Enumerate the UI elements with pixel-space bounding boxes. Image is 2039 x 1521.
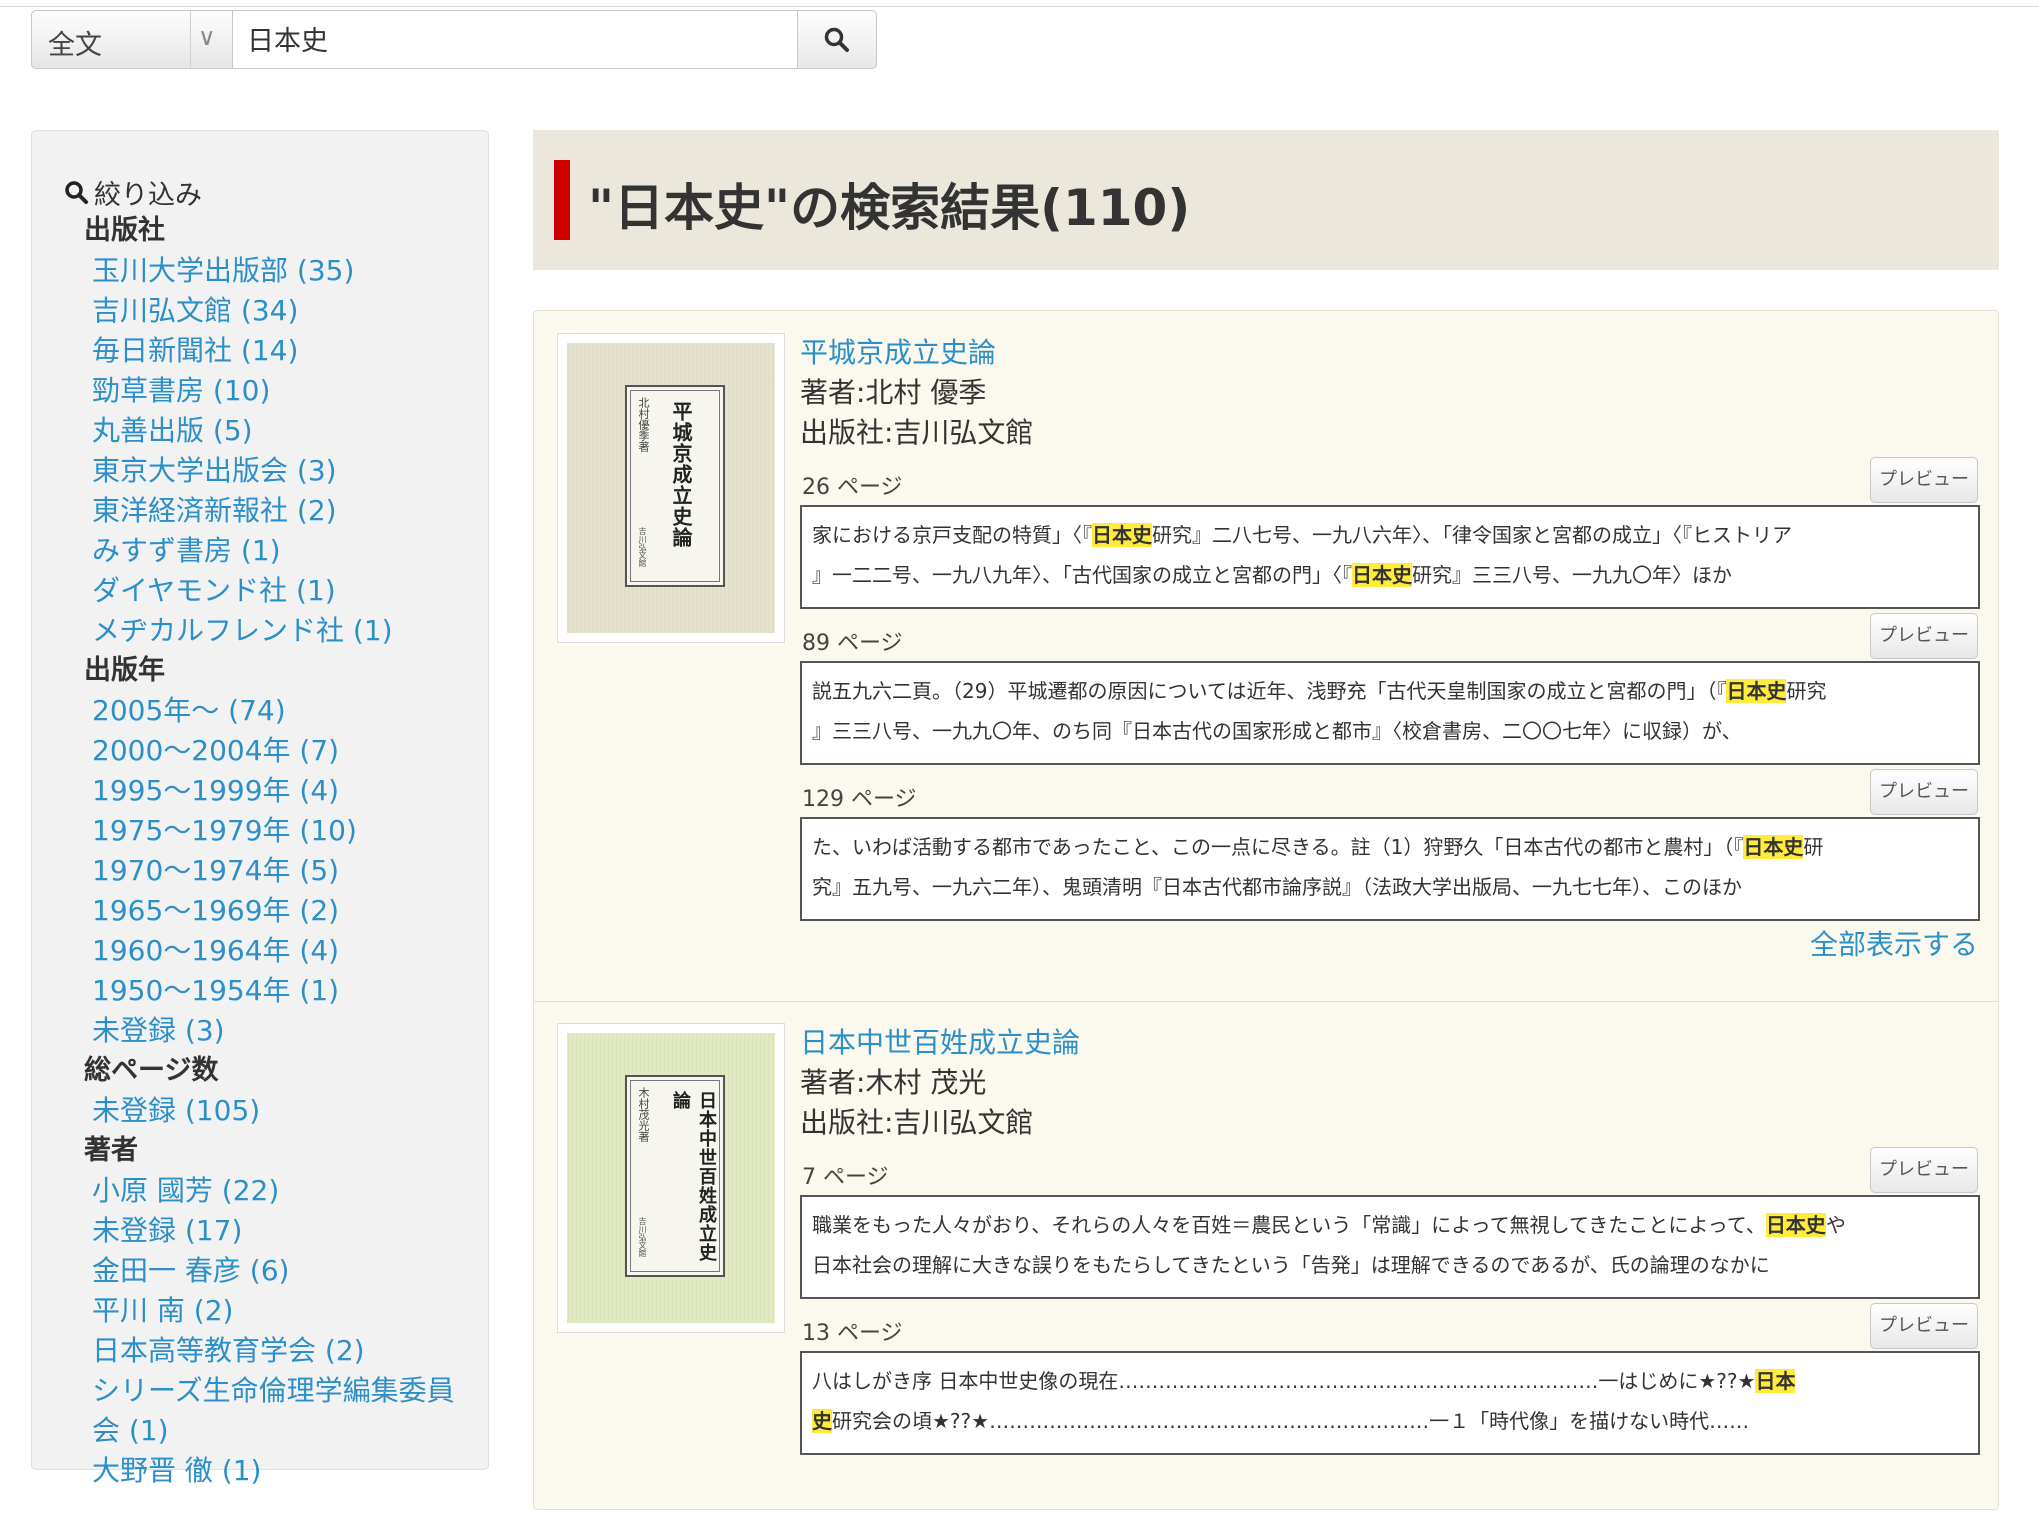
filter-item[interactable]: メヂカルフレンド社 (1) — [32, 611, 490, 651]
search-icon — [824, 27, 849, 52]
filter-title: 絞り込み — [64, 173, 202, 212]
preview-button[interactable]: プレビュー — [1870, 1147, 1978, 1193]
filter-item[interactable]: 1965〜1969年 (2) — [32, 891, 490, 931]
highlight-term: 日本史 — [1765, 1213, 1826, 1237]
hit-page-number: 7 ページ — [802, 1165, 889, 1190]
search-input[interactable] — [233, 11, 787, 66]
hit-snippet: 家における京戸支配の特質」〈『日本史研究』二八七号、一九八六年〉、「律令国家と宮… — [800, 505, 1980, 609]
filter-item[interactable]: 未登録 (105) — [32, 1091, 490, 1131]
filter-item[interactable]: 1960〜1964年 (4) — [32, 931, 490, 971]
filter-item[interactable]: 金田一 春彦 (6) — [32, 1251, 490, 1291]
filter-item[interactable]: 吉川弘文館 (34) — [32, 291, 490, 331]
filter-heading-year: 出版年 — [84, 655, 165, 686]
filter-item[interactable]: みすず書房 (1) — [32, 531, 490, 571]
filter-item[interactable]: 平川 南 (2) — [32, 1291, 490, 1331]
filter-item[interactable]: 1975〜1979年 (10) — [32, 811, 490, 851]
book-author: 著者:北村 優季 — [800, 376, 987, 409]
cover-author: 北村優季著 — [637, 397, 650, 452]
filter-title-label: 絞り込み — [94, 180, 202, 211]
filter-item[interactable]: 1970〜1974年 (5) — [32, 851, 490, 891]
filter-item[interactable]: 丸善出版 (5) — [32, 411, 490, 451]
filter-item[interactable]: 未登録 (17) — [32, 1211, 490, 1251]
hit-snippet: 八はしがき序 日本中世史像の現在………………………………………………………………… — [800, 1351, 1980, 1455]
filter-item[interactable]: 毎日新聞社 (14) — [32, 331, 490, 371]
filter-item[interactable]: 小原 國芳 (22) — [32, 1171, 490, 1211]
book-publisher: 出版社:吉川弘文館 — [800, 1106, 1034, 1139]
filter-heading-author: 著者 — [84, 1135, 138, 1166]
results-list: 平城京成立史論 北村優季著 吉川弘文館 平城京成立史論 著者:北村 優季 出版社… — [533, 310, 1999, 1510]
filter-item[interactable]: シリーズ生命倫理学編集委員会 (1) — [32, 1371, 490, 1451]
cover-title: 日本中世百姓成立史論 — [670, 1091, 717, 1262]
cover-publisher: 吉川弘文館 — [638, 1217, 647, 1257]
book-author: 著者:木村 茂光 — [800, 1066, 987, 1099]
hit-snippet: た、いわば活動する都市であったこと、この一点に尽きる。註（1）狩野久「日本古代の… — [800, 817, 1980, 921]
highlight-term: 日本史 — [1092, 523, 1152, 547]
filter-item[interactable]: 2005年〜 (74) — [32, 691, 490, 731]
book-title-link[interactable]: 平城京成立史論 — [800, 331, 996, 371]
hit-page-number: 26 ページ — [802, 475, 903, 500]
preview-button[interactable]: プレビュー — [1870, 769, 1978, 815]
book-title-link[interactable]: 日本中世百姓成立史論 — [800, 1021, 1080, 1061]
filter-sidebar: 絞り込み 出版社 玉川大学出版部 (35) 吉川弘文館 (34) 毎日新聞社 (… — [31, 130, 489, 1487]
hit-snippet: 説五九六二頁。（29）平城遷都の原因については近年、浅野充「古代天皇制国家の成立… — [800, 661, 1980, 765]
filter-list: 出版社 玉川大学出版部 (35) 吉川弘文館 (34) 毎日新聞社 (14) 勁… — [32, 211, 490, 1491]
cover-frame: 日本中世百姓成立史論 木村茂光著 吉川弘文館 — [625, 1075, 725, 1277]
filter-item[interactable]: 勁草書房 (10) — [32, 371, 490, 411]
preview-button[interactable]: プレビュー — [1870, 457, 1978, 503]
preview-button[interactable]: プレビュー — [1870, 613, 1978, 659]
search-input-wrapper — [233, 10, 798, 69]
filter-heading-pages: 総ページ数 — [84, 1055, 219, 1086]
filter-item[interactable]: 玉川大学出版部 (35) — [32, 251, 490, 291]
search-icon — [65, 180, 88, 204]
book-cover-thumbnail[interactable]: 日本中世百姓成立史論 木村茂光著 吉川弘文館 — [557, 1023, 785, 1333]
filter-item[interactable]: 東京大学出版会 (3) — [32, 451, 490, 491]
search-button[interactable] — [798, 10, 877, 69]
hit-page-number: 129 ページ — [802, 787, 917, 812]
search-bar: 全文 ∨ — [31, 10, 877, 69]
filter-item[interactable]: 大野晋 徹 (1) — [32, 1451, 490, 1491]
show-all-link[interactable]: 全部表示する — [1810, 923, 1978, 963]
search-scope-value: 全文 — [48, 30, 102, 61]
highlight-term: 日本史 — [1726, 679, 1787, 703]
cover-author: 木村茂光著 — [637, 1087, 650, 1142]
book-publisher: 出版社:吉川弘文館 — [800, 416, 1034, 449]
preview-button[interactable]: プレビュー — [1870, 1303, 1978, 1349]
highlight-term: 史 — [812, 1409, 832, 1433]
cover-frame: 平城京成立史論 北村優季著 吉川弘文館 — [625, 385, 725, 587]
book-cover: 日本中世百姓成立史論 木村茂光著 吉川弘文館 — [567, 1033, 775, 1323]
filter-item[interactable]: 未登録 (3) — [32, 1011, 490, 1051]
filter-item[interactable]: 日本高等教育学会 (2) — [32, 1331, 490, 1371]
hit-page-number: 89 ページ — [802, 631, 903, 656]
search-scope-select[interactable]: 全文 ∨ — [31, 10, 233, 69]
result-item: 平城京成立史論 北村優季著 吉川弘文館 平城京成立史論 著者:北村 優季 出版社… — [534, 311, 1998, 1002]
highlight-term: 日本 — [1755, 1369, 1796, 1393]
cover-title: 平城京成立史論 — [669, 401, 693, 548]
highlight-term: 日本史 — [1352, 563, 1412, 587]
header-accent-bar — [554, 160, 570, 240]
filter-item[interactable]: 東洋経済新報社 (2) — [32, 491, 490, 531]
filter-item[interactable]: ダイヤモンド社 (1) — [32, 571, 490, 611]
filter-heading-publisher: 出版社 — [84, 215, 165, 246]
hit-snippet: 職業をもった人々がおり、それらの人々を百姓＝農民という「常識」によって無視してき… — [800, 1195, 1980, 1299]
page-title: "日本史"の検索結果(110) — [588, 179, 1191, 237]
highlight-term: 日本史 — [1743, 835, 1804, 859]
chevron-down-icon: ∨ — [198, 23, 216, 51]
filter-item[interactable]: 1950〜1954年 (1) — [32, 971, 490, 1011]
book-cover-thumbnail[interactable]: 平城京成立史論 北村優季著 吉川弘文館 — [557, 333, 785, 643]
result-item: 日本中世百姓成立史論 木村茂光著 吉川弘文館 日本中世百姓成立史論 著者:木村 … — [534, 1001, 1998, 1521]
hit-page-number: 13 ページ — [802, 1321, 903, 1346]
results-header: "日本史"の検索結果(110) — [533, 130, 1999, 270]
filter-item[interactable]: 1995〜1999年 (4) — [32, 771, 490, 811]
top-divider — [0, 6, 2039, 7]
cover-publisher: 吉川弘文館 — [638, 527, 647, 567]
filter-item[interactable]: 2000〜2004年 (7) — [32, 731, 490, 771]
book-cover: 平城京成立史論 北村優季著 吉川弘文館 — [567, 343, 775, 633]
select-divider — [190, 11, 191, 68]
